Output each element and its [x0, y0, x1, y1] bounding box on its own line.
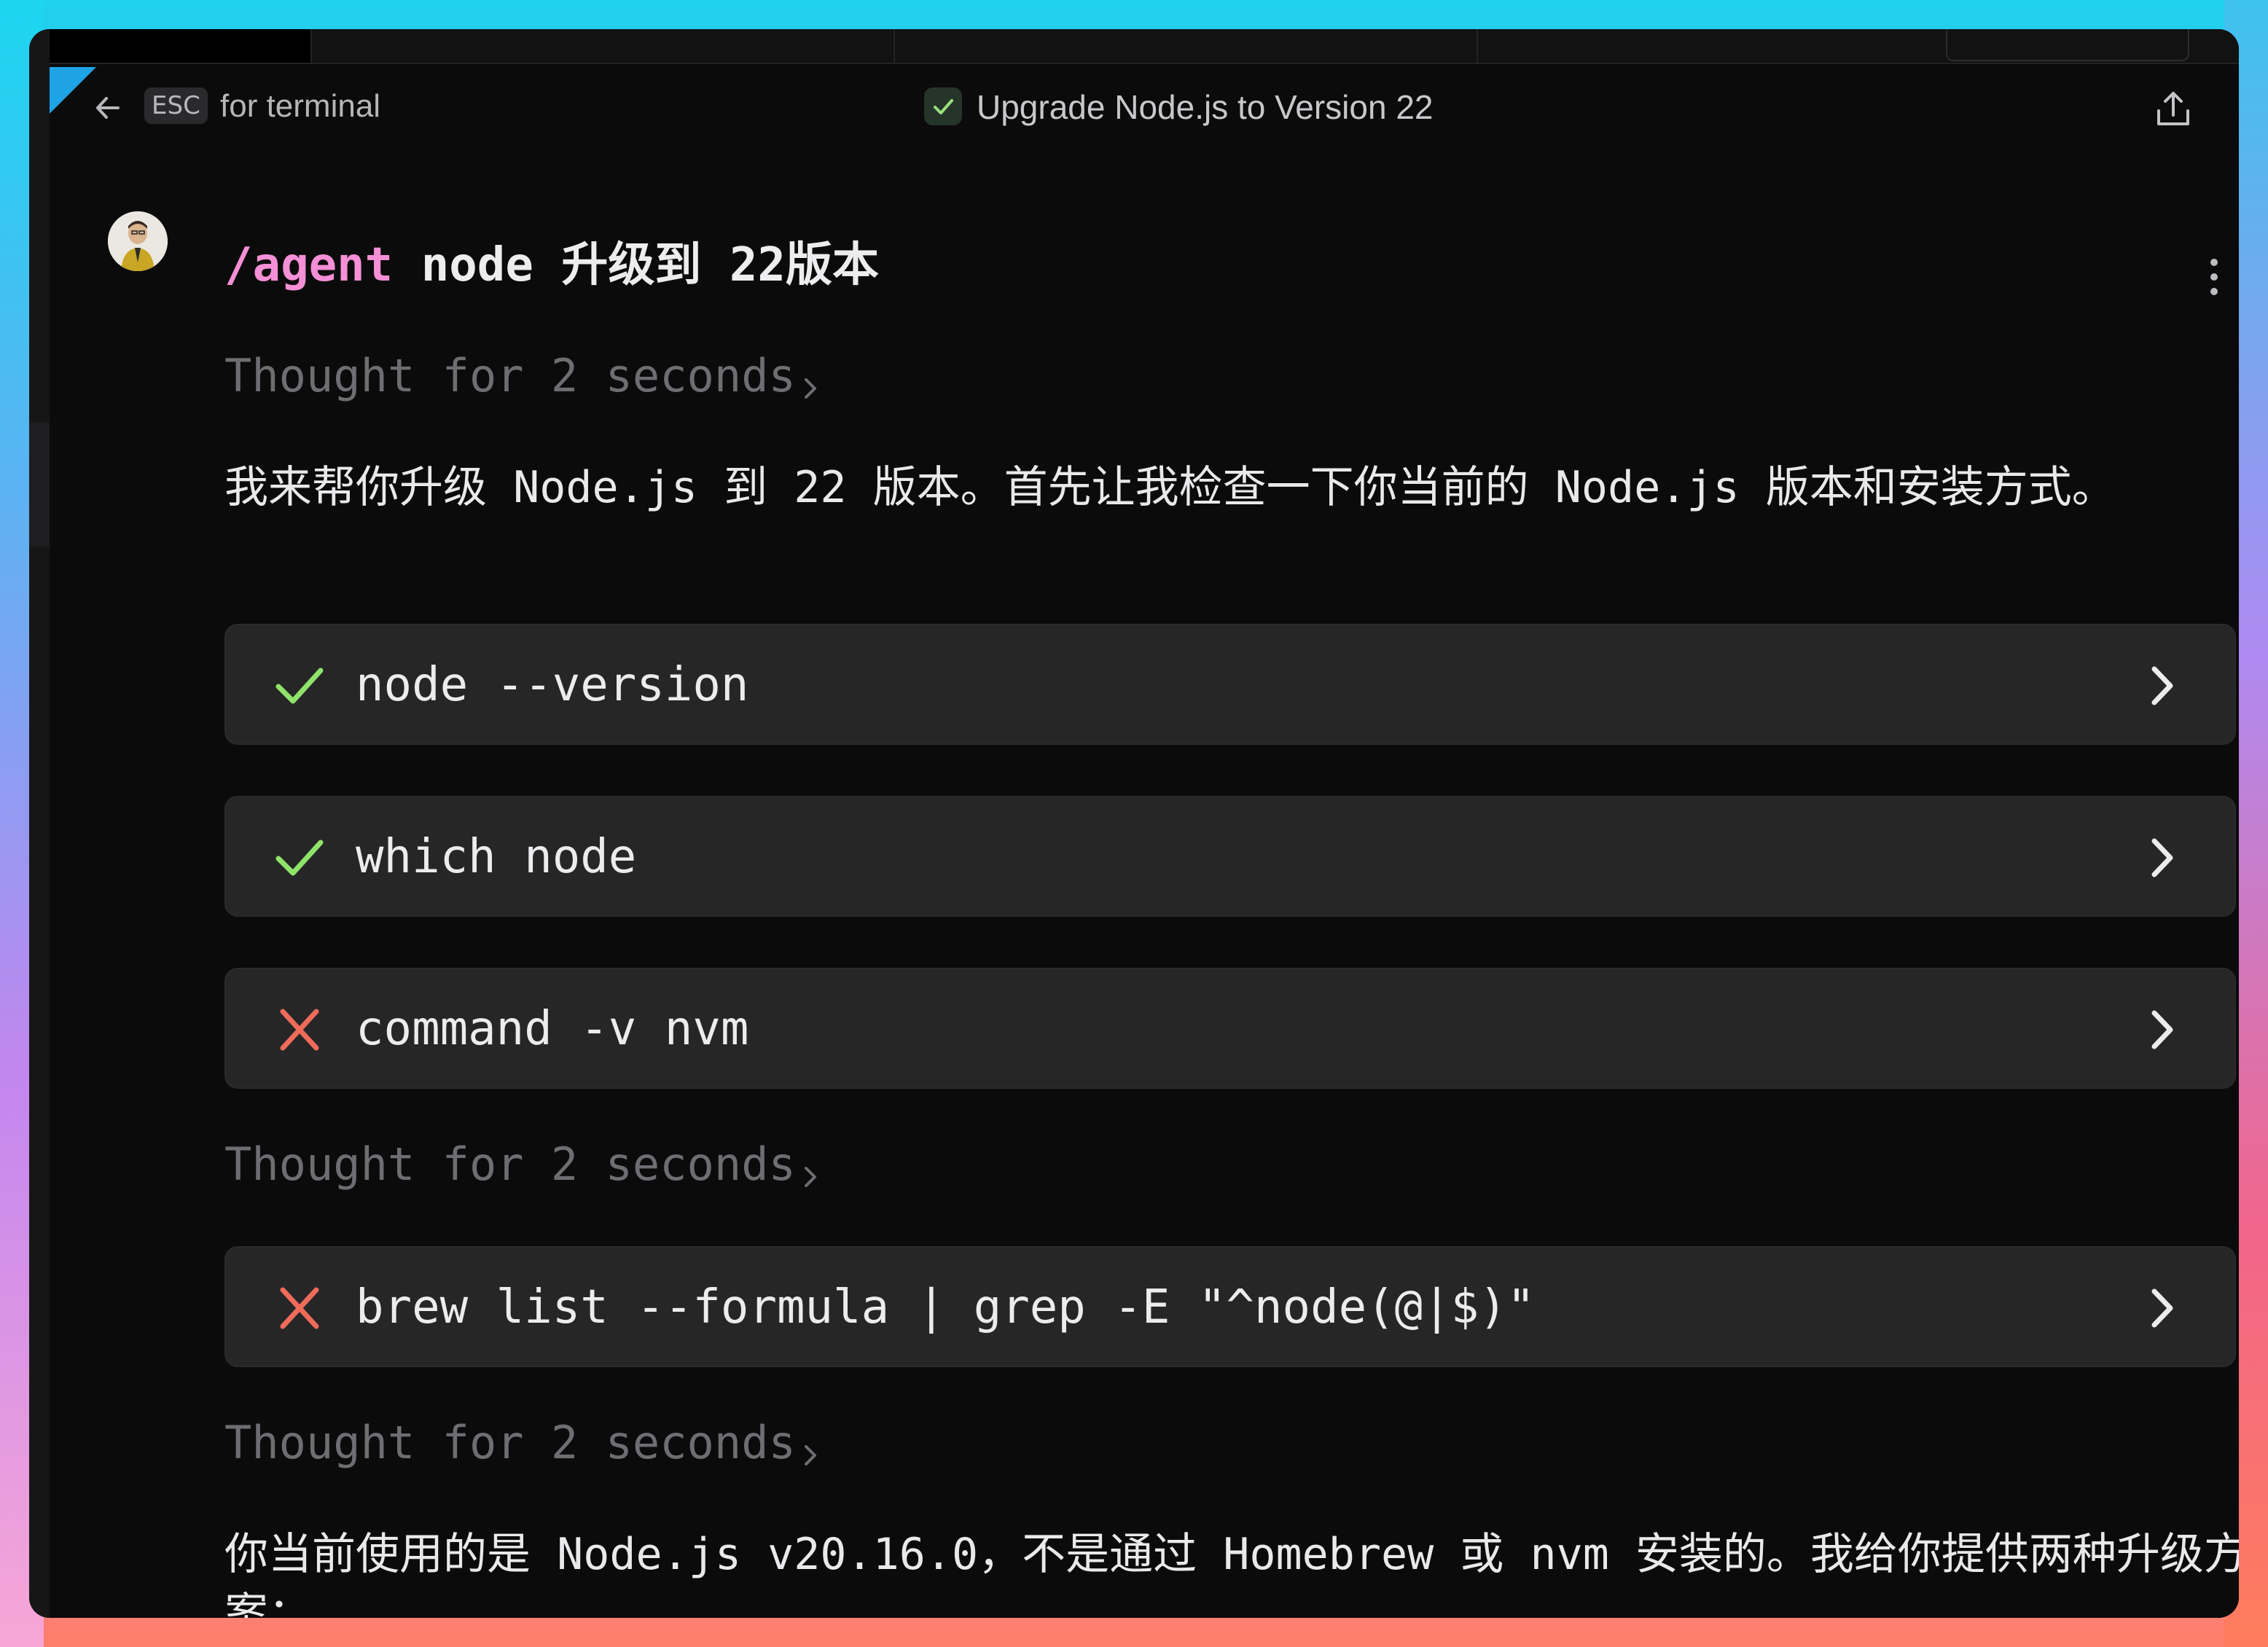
chevron-right-icon: [2141, 1286, 2182, 1331]
header-bar: ESC for terminal Upgrade Node.js to Vers…: [50, 67, 2239, 147]
command-card[interactable]: command -v nvm: [224, 968, 2236, 1089]
prompt-text: node 升级到 22版本: [421, 238, 879, 292]
left-rail: [29, 29, 50, 1618]
tab-active[interactable]: [50, 29, 312, 63]
command-card[interactable]: brew list --formula | grep -E "^node(@|$…: [224, 1246, 2236, 1367]
page-title: Upgrade Node.js to Version 22: [977, 88, 1434, 126]
thought-label: Thought for 2 seconds: [224, 1416, 796, 1469]
tab[interactable]: [895, 29, 1478, 63]
command-text: node --version: [356, 658, 749, 712]
check-icon: [274, 834, 325, 882]
arrow-left-icon[interactable]: [93, 93, 122, 122]
avatar: [108, 211, 168, 271]
esc-hint-label: for terminal: [220, 88, 381, 124]
share-upload-icon[interactable]: [2151, 87, 2195, 131]
esc-key-badge[interactable]: ESC: [144, 87, 208, 124]
agent-command: /agent: [224, 238, 394, 292]
thought-label: Thought for 2 seconds: [224, 1138, 796, 1191]
check-icon: [924, 87, 962, 125]
chevron-right-icon: [796, 1428, 825, 1466]
tab[interactable]: [312, 29, 895, 63]
chevron-right-icon: [2141, 663, 2182, 708]
toolbar-pill[interactable]: [1946, 29, 2189, 61]
thought-label: Thought for 2 seconds: [224, 349, 796, 402]
rail-marker: [29, 423, 50, 547]
kebab-menu-icon[interactable]: [2208, 255, 2220, 299]
thought-toggle[interactable]: Thought for 2 seconds: [224, 350, 825, 402]
command-text: command -v nvm: [356, 1002, 749, 1056]
tab-strip: [50, 29, 2239, 64]
chevron-right-icon: [796, 1150, 825, 1187]
thought-toggle[interactable]: Thought for 2 seconds: [224, 1417, 825, 1469]
close-icon: [274, 1284, 325, 1332]
chevron-right-icon: [796, 361, 825, 399]
thought-toggle[interactable]: Thought for 2 seconds: [224, 1138, 825, 1191]
assistant-message: 你当前使用的是 Node.js v20.16.0，不是通过 Homebrew 或…: [224, 1529, 2239, 1618]
chevron-right-icon: [2141, 835, 2182, 880]
command-text: which node: [356, 830, 637, 884]
agent-panel: ESC for terminal Upgrade Node.js to Vers…: [50, 29, 2239, 1618]
command-text: brew list --formula | grep -E "^node(@|$…: [356, 1280, 1536, 1334]
user-prompt: /agent node 升级到 22版本: [224, 238, 879, 293]
check-icon: [274, 662, 325, 710]
app-window: ESC for terminal Upgrade Node.js to Vers…: [29, 29, 2239, 1618]
command-card[interactable]: node --version: [224, 624, 2236, 745]
close-icon: [274, 1006, 325, 1054]
assistant-message: 我来帮你升级 Node.js 到 22 版本。首先让我检查一下你当前的 Node…: [224, 462, 2116, 513]
command-card[interactable]: which node: [224, 796, 2236, 917]
chevron-right-icon: [2141, 1007, 2182, 1052]
